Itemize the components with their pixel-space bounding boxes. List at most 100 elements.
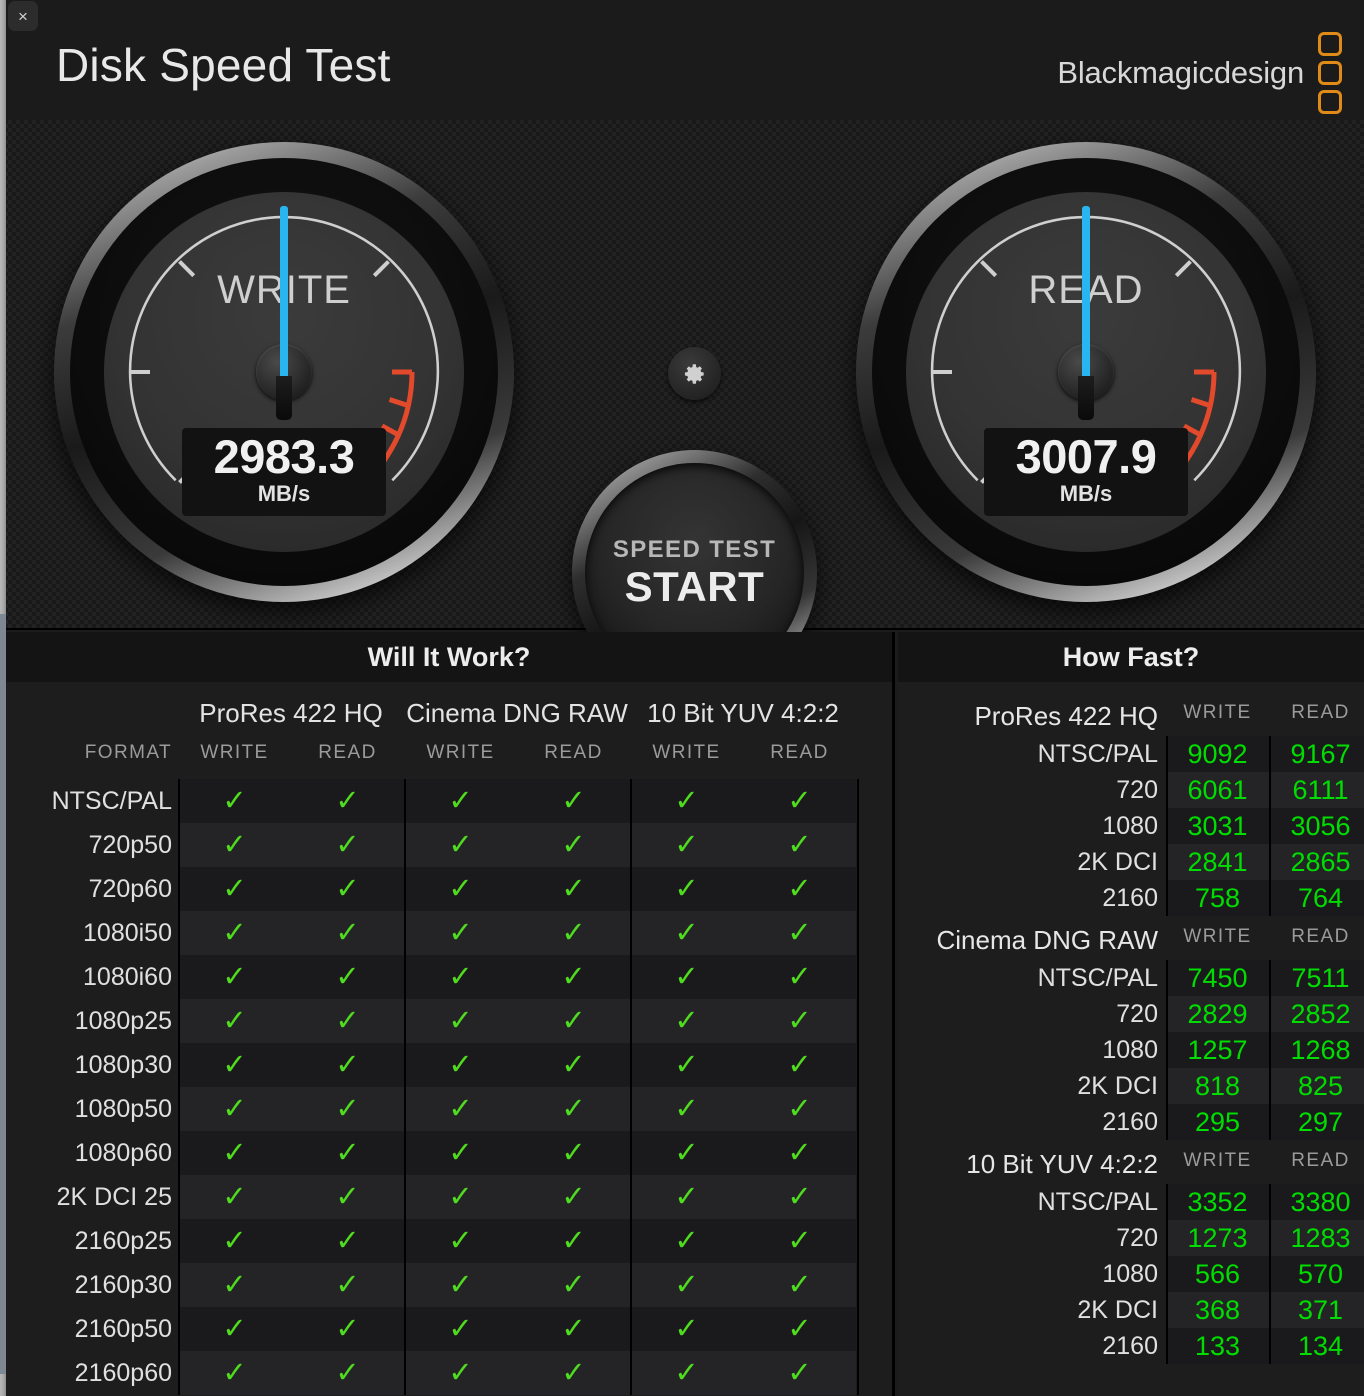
support-check-icon: ✓ bbox=[630, 1131, 743, 1175]
read-speed-value: 7511 bbox=[1269, 960, 1364, 996]
row-values: 3031 3056 bbox=[1166, 808, 1364, 844]
table-row: 2160p60 ✓ ✓ ✓ ✓ ✓ ✓ bbox=[6, 1351, 892, 1395]
column-sub-header: READ bbox=[318, 742, 377, 763]
settings-button[interactable] bbox=[668, 347, 721, 400]
table-row: 2K DCI 368 371 bbox=[898, 1292, 1364, 1328]
table-row: NTSC/PAL 7450 7511 bbox=[898, 960, 1364, 996]
format-row-label: 2160p25 bbox=[74, 1227, 172, 1255]
how-fast-section-title: 10 Bit YUV 4:2:2 bbox=[966, 1149, 1158, 1179]
write-speed-value: 818 bbox=[1166, 1068, 1269, 1104]
read-column-header: READ bbox=[1291, 702, 1350, 723]
scrollbar-thumb[interactable] bbox=[0, 614, 6, 1374]
will-it-work-group-headers: ProRes 422 HQ Cinema DNG RAW 10 Bit YUV 4:… bbox=[6, 698, 892, 736]
support-check-icon: ✓ bbox=[517, 867, 630, 911]
format-row-label: 2160p60 bbox=[74, 1359, 172, 1387]
table-row: 2K DCI 818 825 bbox=[898, 1068, 1364, 1104]
page-title: Disk Speed Test bbox=[56, 39, 391, 91]
read-speed-value: 2865 bbox=[1269, 844, 1364, 880]
resolution-row-label: 2K DCI bbox=[1077, 1072, 1158, 1100]
support-check-icon: ✓ bbox=[178, 1219, 291, 1263]
format-group-header: ProRes 422 HQ bbox=[199, 698, 383, 728]
will-it-work-sub-headers: FORMAT WRITE READ WRITE READ WRITE READ bbox=[6, 742, 892, 772]
format-row-label: 2160p50 bbox=[74, 1315, 172, 1343]
write-speed-value: 1257 bbox=[1166, 1032, 1269, 1068]
read-gauge-face: READ 3007.9 MB/s bbox=[906, 192, 1266, 552]
read-speed-value: 825 bbox=[1269, 1068, 1364, 1104]
format-row-label: 1080p25 bbox=[74, 1007, 172, 1035]
disk-speed-test-window: × Disk Speed Test Blackmagicdesign 2983.… bbox=[0, 0, 1364, 1396]
table-row: 2K DCI 2841 2865 bbox=[898, 844, 1364, 880]
close-icon[interactable]: × bbox=[8, 1, 38, 31]
support-check-icon: ✓ bbox=[178, 1175, 291, 1219]
support-check-icon: ✓ bbox=[404, 823, 517, 867]
resolution-row-label: 1080 bbox=[1102, 812, 1158, 840]
support-check-icon: ✓ bbox=[517, 911, 630, 955]
write-column-header: WRITE bbox=[1183, 702, 1252, 723]
table-row: 2160 758 764 bbox=[898, 880, 1364, 916]
read-gauge: READ 3007.9 MB/s bbox=[856, 142, 1316, 602]
gauge-deck: WRITE 2983.3 MB/s SPEED TEST bbox=[0, 120, 1364, 695]
support-check-icon: ✓ bbox=[178, 1263, 291, 1307]
read-column-header: READ bbox=[1291, 1150, 1350, 1171]
support-check-icon: ✓ bbox=[743, 911, 856, 955]
resolution-row-label: 2160 bbox=[1102, 884, 1158, 912]
resolution-row-label: NTSC/PAL bbox=[1037, 1188, 1158, 1216]
how-fast-section-header: ProRes 422 HQ WRITE READ bbox=[898, 696, 1364, 736]
read-gauge-bezel: READ 3007.9 MB/s bbox=[872, 158, 1300, 586]
write-gauge-bezel: WRITE 2983.3 MB/s bbox=[70, 158, 498, 586]
write-gauge-needle-tail bbox=[276, 376, 292, 420]
read-speed-value: 9167 bbox=[1269, 736, 1364, 772]
row-cells: ✓ ✓ ✓ ✓ ✓ ✓ bbox=[178, 999, 859, 1043]
read-speed-value: 297 bbox=[1269, 1104, 1364, 1140]
support-check-icon: ✓ bbox=[517, 1219, 630, 1263]
support-check-icon: ✓ bbox=[404, 911, 517, 955]
resolution-row-label: 2K DCI bbox=[1077, 848, 1158, 876]
support-check-icon: ✓ bbox=[178, 955, 291, 999]
table-row: 2160p30 ✓ ✓ ✓ ✓ ✓ ✓ bbox=[6, 1263, 892, 1307]
support-check-icon: ✓ bbox=[517, 1307, 630, 1351]
support-check-icon: ✓ bbox=[743, 999, 856, 1043]
read-gauge-needle-tail bbox=[1078, 376, 1094, 420]
support-check-icon: ✓ bbox=[743, 1131, 856, 1175]
row-cells: ✓ ✓ ✓ ✓ ✓ ✓ bbox=[178, 1043, 859, 1087]
resolution-row-label: 2160 bbox=[1102, 1108, 1158, 1136]
brand-name: Blackmagicdesign bbox=[1057, 55, 1304, 90]
column-sub-header: READ bbox=[544, 742, 603, 763]
how-fast-section: ProRes 422 HQ WRITE READ NTSC/PAL 9092 9167 72… bbox=[898, 696, 1364, 916]
row-values: 2829 2852 bbox=[1166, 996, 1364, 1032]
table-row: 720 1273 1283 bbox=[898, 1220, 1364, 1256]
table-row: NTSC/PAL ✓ ✓ ✓ ✓ ✓ ✓ bbox=[6, 779, 892, 823]
resolution-row-label: 720 bbox=[1116, 1224, 1158, 1252]
read-speed-value: 2852 bbox=[1269, 996, 1364, 1032]
support-check-icon: ✓ bbox=[517, 1351, 630, 1395]
write-speed-value: 2829 bbox=[1166, 996, 1269, 1032]
table-row: 720 2829 2852 bbox=[898, 996, 1364, 1032]
support-check-icon: ✓ bbox=[291, 1175, 404, 1219]
how-fast-section-title: ProRes 422 HQ bbox=[974, 701, 1158, 731]
support-check-icon: ✓ bbox=[630, 1043, 743, 1087]
support-check-icon: ✓ bbox=[291, 999, 404, 1043]
support-check-icon: ✓ bbox=[517, 1175, 630, 1219]
format-row-label: 2K DCI 25 bbox=[56, 1183, 172, 1211]
title-bar: × Disk Speed Test Blackmagicdesign bbox=[0, 0, 1364, 120]
format-row-label: 1080i60 bbox=[83, 963, 172, 991]
write-gauge: WRITE 2983.3 MB/s bbox=[54, 142, 514, 602]
table-row: 720 6061 6111 bbox=[898, 772, 1364, 808]
write-column-header: WRITE bbox=[1183, 1150, 1252, 1171]
table-row: 2160p25 ✓ ✓ ✓ ✓ ✓ ✓ bbox=[6, 1219, 892, 1263]
read-gauge-needle bbox=[1082, 206, 1090, 386]
row-cells: ✓ ✓ ✓ ✓ ✓ ✓ bbox=[178, 1175, 859, 1219]
column-sub-header: READ bbox=[770, 742, 829, 763]
support-check-icon: ✓ bbox=[291, 911, 404, 955]
support-check-icon: ✓ bbox=[291, 955, 404, 999]
read-unit: MB/s bbox=[1059, 480, 1113, 506]
format-row-label: 2160p30 bbox=[74, 1271, 172, 1299]
format-row-label: 720p50 bbox=[88, 831, 172, 859]
will-it-work-title: Will It Work? bbox=[6, 632, 892, 682]
write-speed-value: 3352 bbox=[1166, 1184, 1269, 1220]
write-speed-value: 295 bbox=[1166, 1104, 1269, 1140]
table-row: 720p60 ✓ ✓ ✓ ✓ ✓ ✓ bbox=[6, 867, 892, 911]
support-check-icon: ✓ bbox=[291, 1043, 404, 1087]
resolution-row-label: NTSC/PAL bbox=[1037, 740, 1158, 768]
support-check-icon: ✓ bbox=[743, 1175, 856, 1219]
